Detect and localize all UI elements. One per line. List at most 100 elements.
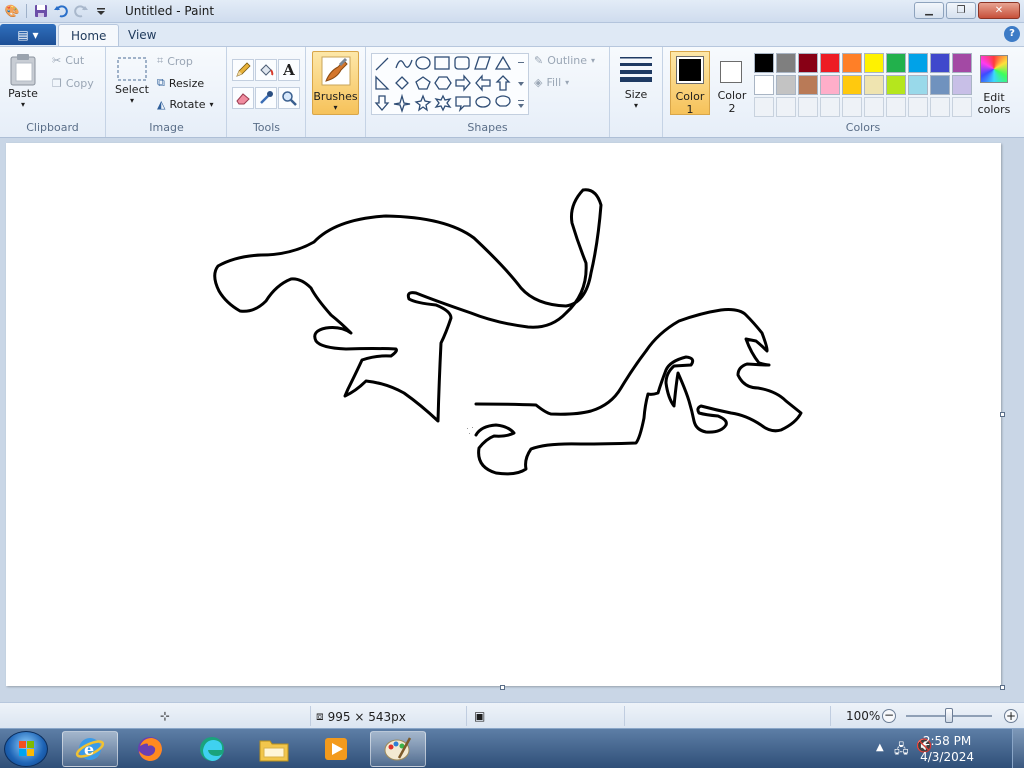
palette-swatch[interactable] (842, 75, 862, 95)
palette-swatch-empty[interactable] (842, 97, 862, 117)
palette-swatch-empty[interactable] (798, 97, 818, 117)
crop-label: Crop (167, 54, 193, 68)
copy-icon: ❐ (52, 77, 62, 90)
tab-home[interactable]: Home (58, 24, 120, 46)
restore-button[interactable]: ❐ (946, 2, 976, 19)
start-button[interactable] (4, 731, 48, 767)
palette-swatch-empty[interactable] (864, 97, 884, 117)
fill-bucket-icon[interactable] (255, 59, 277, 81)
zoom-out-button[interactable]: − (882, 709, 896, 723)
palette-swatch[interactable] (864, 53, 884, 73)
pencil-icon[interactable] (232, 59, 254, 81)
palette-swatch[interactable] (754, 53, 774, 73)
help-icon[interactable]: ? (1004, 26, 1020, 42)
save-icon[interactable] (33, 3, 49, 19)
brushes-button[interactable]: Brushes ▾ (312, 51, 359, 115)
qat-separator (26, 4, 27, 18)
palette-swatch[interactable] (776, 53, 796, 73)
zoom-level: 100% (846, 709, 880, 723)
resize-button[interactable]: ⧉ Resize (157, 76, 204, 90)
edit-colors-button[interactable]: Edit colors (976, 51, 1012, 116)
fill-label: Fill (546, 76, 562, 89)
paint-app-icon[interactable]: 🎨 (4, 3, 20, 19)
customize-qat-icon[interactable] (93, 3, 109, 19)
text-tool-icon[interactable]: A (278, 59, 300, 81)
resize-handle-corner[interactable] (1000, 685, 1005, 690)
palette-swatch[interactable] (908, 53, 928, 73)
select-label: Select (115, 83, 149, 96)
rotate-dropdown-icon[interactable]: ▾ (209, 100, 213, 109)
select-dropdown-icon[interactable]: ▾ (130, 96, 134, 105)
brushes-label: Brushes (313, 90, 358, 103)
palette-swatch[interactable] (820, 53, 840, 73)
palette-swatch[interactable] (798, 75, 818, 95)
color1-button[interactable]: Color 1 (670, 51, 710, 116)
eraser-icon[interactable] (232, 87, 254, 109)
cut-button[interactable]: ✂ Cut (52, 54, 84, 67)
scissors-icon: ✂ (52, 54, 62, 67)
paste-button[interactable]: Paste ▾ (8, 53, 38, 109)
drawing-canvas[interactable] (6, 143, 1001, 686)
taskbar: e ▲ 🖧 🔇 2:58 PM 4/3/2024 (0, 728, 1024, 768)
select-button[interactable]: Select ▾ (115, 55, 149, 105)
palette-swatch[interactable] (930, 75, 950, 95)
palette-swatch[interactable] (952, 53, 972, 73)
colors-group-label: Colors (845, 121, 881, 134)
status-separator (310, 706, 311, 726)
palette-swatch-empty[interactable] (952, 97, 972, 117)
palette-swatch-empty[interactable] (886, 97, 906, 117)
tab-view[interactable]: View (116, 24, 168, 46)
palette-swatch-empty[interactable] (820, 97, 840, 117)
minimize-button[interactable]: ▁ (914, 2, 944, 19)
workspace (0, 139, 1024, 702)
canvas-size-label: 995 × 543px (327, 709, 406, 724)
palette-swatch-empty[interactable] (930, 97, 950, 117)
palette-swatch-empty[interactable] (776, 97, 796, 117)
paint-menu-button[interactable]: ▤ ▾ (0, 24, 56, 45)
palette-swatch[interactable] (798, 53, 818, 73)
shapes-gallery-icons[interactable] (372, 54, 530, 116)
taskbar-internet-explorer[interactable]: e (62, 731, 118, 767)
brushes-dropdown-icon[interactable]: ▾ (313, 103, 358, 112)
zoom-label: 100% (846, 709, 881, 723)
palette-swatch[interactable] (908, 75, 928, 95)
palette-swatch-empty[interactable] (908, 97, 928, 117)
palette-swatch[interactable] (930, 53, 950, 73)
rotate-button[interactable]: ◭ Rotate ▾ (157, 98, 214, 111)
taskbar-paint[interactable] (370, 731, 426, 767)
palette-swatch[interactable] (952, 75, 972, 95)
palette-swatch-empty[interactable] (754, 97, 774, 117)
network-icon[interactable]: 🖧 (894, 740, 909, 762)
taskbar-file-explorer[interactable] (246, 731, 302, 767)
palette-swatch[interactable] (842, 53, 862, 73)
palette-swatch[interactable] (886, 75, 906, 95)
show-hidden-icons-icon[interactable]: ▲ (876, 742, 884, 753)
crop-button[interactable]: ⌗ Crop (157, 54, 193, 68)
magnifier-icon[interactable] (278, 87, 300, 109)
palette-swatch[interactable] (864, 75, 884, 95)
taskbar-firefox[interactable] (122, 731, 178, 767)
show-desktop-button[interactable] (1012, 729, 1024, 768)
resize-handle-bottom[interactable] (500, 685, 505, 690)
zoom-slider-thumb[interactable] (945, 708, 953, 723)
color-picker-icon[interactable] (255, 87, 277, 109)
edge-icon (200, 737, 224, 761)
palette-swatch[interactable] (886, 53, 906, 73)
size-button[interactable]: Size ▾ (619, 53, 653, 110)
zoom-in-button[interactable]: + (1004, 709, 1018, 723)
taskbar-edge[interactable] (184, 731, 240, 767)
clock[interactable]: 2:58 PM 4/3/2024 (920, 733, 974, 765)
copy-button[interactable]: ❐ Copy (52, 77, 94, 90)
outline-button[interactable]: ✎ Outline ▾ (534, 54, 595, 67)
fill-button[interactable]: ◈ Fill ▾ (534, 76, 569, 89)
palette-swatch[interactable] (820, 75, 840, 95)
close-button[interactable]: ✕ (978, 2, 1020, 19)
palette-swatch[interactable] (754, 75, 774, 95)
size-group: Size ▾ (611, 47, 663, 137)
palette-swatch[interactable] (776, 75, 796, 95)
paste-dropdown-icon[interactable]: ▾ (21, 100, 25, 109)
taskbar-media-player[interactable] (308, 731, 364, 767)
undo-icon[interactable] (53, 3, 69, 19)
resize-handle-right[interactable] (1000, 412, 1005, 417)
color2-button[interactable]: Color 2 (714, 51, 750, 115)
